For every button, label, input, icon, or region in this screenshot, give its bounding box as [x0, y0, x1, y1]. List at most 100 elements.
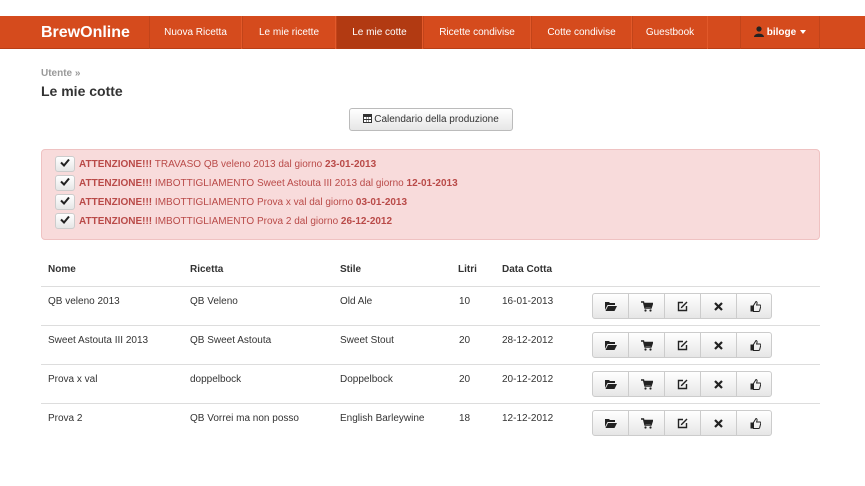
thumbs-up-icon	[750, 300, 761, 312]
shopping-cart-icon	[640, 417, 653, 429]
calendar-button-label: Calendario della produzione	[374, 114, 499, 125]
nav-guestbook[interactable]: Guestbook	[632, 16, 708, 49]
edit-button[interactable]	[665, 294, 701, 318]
cell-ricetta: QB Sweet Astouta	[190, 335, 272, 346]
cell-stile: English Barleywine	[340, 413, 425, 424]
alert-box: ATTENZIONE!!! TRAVASO QB veleno 2013 dal…	[41, 149, 820, 240]
chevron-down-icon	[800, 30, 807, 34]
alert-row: ATTENZIONE!!! IMBOTTIGLIAMENTO Prova 2 d…	[55, 213, 392, 231]
shopping-button[interactable]	[629, 294, 665, 318]
folder-open-icon	[604, 419, 617, 428]
cell-nome[interactable]: QB veleno 2013	[48, 296, 120, 307]
delete-icon	[714, 301, 723, 311]
like-button[interactable]	[737, 411, 771, 435]
folder-open-icon	[604, 341, 617, 350]
like-button[interactable]	[737, 294, 771, 318]
calendar-icon	[363, 114, 373, 123]
table-divider	[41, 364, 820, 365]
cell-data-cotta: 28-12-2012	[502, 335, 554, 346]
nav-le-mie-cotte[interactable]: Le mie cotte	[336, 16, 423, 49]
row-actions	[592, 293, 772, 319]
alert-date: 26-12-2012	[340, 216, 393, 227]
thumbs-up-icon	[750, 378, 761, 390]
delete-button[interactable]	[701, 411, 737, 435]
check-icon	[60, 216, 70, 225]
dismiss-alert-button[interactable]	[55, 194, 75, 211]
folder-open-icon	[604, 380, 617, 389]
shopping-button[interactable]	[629, 333, 665, 357]
navbar: BrewOnline Nuova Ricetta Le mie ricette …	[0, 16, 865, 49]
table-divider	[41, 325, 820, 326]
edit-icon	[677, 301, 688, 311]
shopping-cart-icon	[640, 378, 653, 390]
cell-stile: Old Ale	[340, 296, 373, 307]
shopping-button[interactable]	[629, 411, 665, 435]
open-button[interactable]	[593, 411, 629, 435]
dismiss-alert-button[interactable]	[55, 156, 75, 173]
like-button[interactable]	[737, 372, 771, 396]
alert-row: ATTENZIONE!!! IMBOTTIGLIAMENTO Sweet Ast…	[55, 175, 458, 193]
alert-date: 23-01-2013	[325, 159, 377, 170]
nav-ricette-condivise[interactable]: Ricette condivise	[423, 16, 531, 49]
edit-button[interactable]	[665, 333, 701, 357]
table-divider	[41, 403, 820, 404]
column-header-stile: Stile	[340, 264, 362, 275]
nav-nuova-ricetta[interactable]: Nuova Ricetta	[149, 16, 242, 49]
delete-icon	[714, 379, 723, 389]
open-button[interactable]	[593, 372, 629, 396]
calendar-button[interactable]: Calendario della produzione	[349, 108, 513, 131]
cell-litri: 18	[459, 413, 471, 424]
nav-le-mie-ricette[interactable]: Le mie ricette	[242, 16, 336, 49]
folder-open-icon	[604, 302, 617, 311]
table-divider	[41, 286, 820, 287]
like-button[interactable]	[737, 333, 771, 357]
breadcrumb[interactable]: Utente »	[41, 68, 80, 79]
delete-icon	[714, 340, 723, 350]
edit-button[interactable]	[665, 372, 701, 396]
delete-button[interactable]	[701, 294, 737, 318]
thumbs-up-icon	[750, 417, 761, 429]
user-name: biloge	[766, 27, 797, 38]
edit-icon	[677, 379, 688, 389]
cell-nome[interactable]: Prova x val	[48, 374, 97, 385]
edit-icon	[677, 340, 688, 350]
cell-data-cotta: 20-12-2012	[502, 374, 554, 385]
cell-data-cotta: 12-12-2012	[502, 413, 554, 424]
cell-stile: Doppelbock	[340, 374, 393, 385]
cell-litri: 10	[459, 296, 471, 307]
check-icon	[60, 197, 70, 206]
user-icon	[753, 26, 764, 37]
cell-data-cotta: 16-01-2013	[502, 296, 554, 307]
shopping-button[interactable]	[629, 372, 665, 396]
alert-date: 12-01-2013	[406, 178, 458, 189]
alert-text: IMBOTTIGLIAMENTO Prova 2 dal giorno	[152, 216, 341, 227]
row-actions	[592, 371, 772, 397]
check-icon	[60, 159, 70, 168]
open-button[interactable]	[593, 333, 629, 357]
cell-litri: 20	[459, 335, 471, 346]
delete-button[interactable]	[701, 333, 737, 357]
nav-cotte-condivise[interactable]: Cotte condivise	[531, 16, 632, 49]
dismiss-alert-button[interactable]	[55, 175, 75, 192]
row-actions	[592, 332, 772, 358]
alert-text: IMBOTTIGLIAMENTO Sweet Astouta III 2013 …	[152, 178, 407, 189]
column-header-litri: Litri	[458, 264, 477, 275]
cell-ricetta: QB Veleno	[190, 296, 238, 307]
alert-prefix: ATTENZIONE!!!	[79, 197, 153, 208]
column-header-ricetta: Ricetta	[190, 264, 224, 275]
column-header-data-cotta: Data Cotta	[502, 264, 553, 275]
cell-nome[interactable]: Sweet Astouta III 2013	[48, 335, 148, 346]
check-icon	[60, 178, 70, 187]
alert-date: 03-01-2013	[355, 197, 408, 208]
alert-prefix: ATTENZIONE!!!	[79, 216, 153, 227]
alert-text: IMBOTTIGLIAMENTO Prova x val dal giorno	[152, 197, 356, 208]
edit-button[interactable]	[665, 411, 701, 435]
shopping-cart-icon	[640, 339, 653, 351]
cell-nome[interactable]: Prova 2	[48, 413, 82, 424]
dismiss-alert-button[interactable]	[55, 213, 75, 230]
column-header-nome: Nome	[48, 264, 76, 275]
user-menu[interactable]: biloge	[740, 16, 820, 49]
open-button[interactable]	[593, 294, 629, 318]
brand-logo[interactable]: BrewOnline	[41, 16, 130, 49]
delete-button[interactable]	[701, 372, 737, 396]
